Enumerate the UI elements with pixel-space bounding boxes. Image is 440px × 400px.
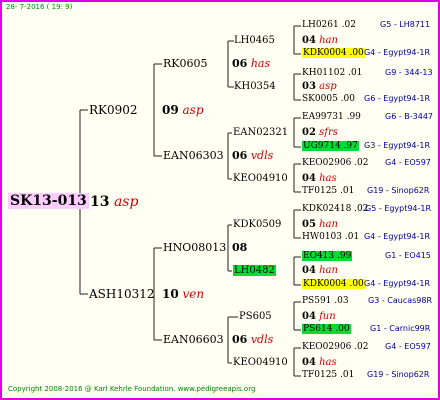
subject-ring: SK13-013 — [8, 193, 89, 209]
gen5-15-loc: G4 - EO597 — [385, 342, 431, 351]
gen3-2-ring: EAN06303 — [163, 149, 224, 162]
copyright-footer: Copyright 2008-2016 @ Karl Kehrle Founda… — [8, 385, 256, 393]
gen5-5: EA99731 .99 — [302, 112, 361, 122]
subject-bird: SK13-013 — [8, 193, 89, 209]
gen5-6-loc: G3 - Egypt94-1R — [364, 141, 431, 150]
gen5-9: KDK02418 .02 — [302, 204, 369, 214]
sire-info: 09 asp — [162, 103, 204, 117]
gen5-11: EO413 .99 — [302, 251, 353, 261]
gen4-8-ring: KEO04910 — [233, 357, 288, 368]
subject-info: 13 asp — [90, 194, 139, 210]
gen4-1-ring: LH0465 — [234, 35, 275, 46]
gen4-1-info: 04 han — [302, 35, 338, 46]
gen4-4-info: 04 has — [302, 173, 337, 184]
gen5-2-loc: G4 - Egypt94-1R — [364, 48, 431, 57]
gen5-4-loc: G6 - Egypt94-1R — [364, 94, 431, 103]
gen5-8: TF0125 .01 — [302, 186, 355, 196]
gen5-13: PS591 .03 — [302, 296, 349, 306]
gen5-16-loc: G19 - Sinop62R — [367, 370, 430, 379]
gen4-8-info: 04 has — [302, 357, 337, 368]
gen3-2-info: 06 vdls — [232, 149, 274, 162]
gen5-6: UG9714 .97 — [302, 141, 359, 151]
gen5-3: KH01102 .01 — [302, 68, 363, 78]
gen5-10-loc: G4 - Egypt94-1R — [364, 232, 431, 241]
gen5-7-loc: G4 - EO597 — [385, 158, 431, 167]
gen5-8-loc: G19 - Sinop62R — [367, 186, 430, 195]
gen5-5-loc: G6 - B-3447 — [385, 112, 433, 121]
dam-info: 10 ven — [162, 287, 205, 301]
gen4-4-ring: KEO04910 — [233, 173, 288, 184]
gen5-16: TF0125 .01 — [302, 370, 355, 380]
gen4-5-info: 05 han — [302, 219, 338, 230]
gen3-3-info: 08 — [232, 241, 248, 254]
gen4-3-info: 02 sfrs — [302, 127, 338, 138]
sire-ring: RK0902 — [89, 103, 138, 117]
pedigree-chart: 28- 7-2016 ( 19: 9) SK13-013 13 asp RK09… — [0, 0, 440, 400]
gen5-14-loc: G1 - Carnic99R — [370, 324, 431, 333]
gen5-11-loc: G1 - EO415 — [385, 251, 431, 260]
gen3-4-ring: EAN06603 — [163, 333, 224, 346]
gen5-1-loc: G5 - LH8711 — [380, 20, 431, 29]
gen4-6-ring: LH0482 — [233, 265, 276, 276]
gen5-14: PS614 .00 — [302, 324, 351, 334]
gen5-15: KEO02906 .02 — [302, 342, 369, 352]
gen5-9-loc: G5 - Egypt94-1R — [365, 204, 432, 213]
gen5-12-loc: G4 - Egypt94-1R — [364, 279, 431, 288]
gen5-3-loc: G9 - 344-13 — [385, 68, 433, 77]
gen3-1-ring: RK0605 — [163, 57, 208, 70]
gen3-1-info: 06 has — [232, 57, 271, 70]
gen5-7: KEO02906 .02 — [302, 158, 369, 168]
gen4-2-info: 03 asp — [302, 81, 337, 92]
dam-ring: ASH10312 — [89, 287, 155, 301]
gen4-3-ring: EAN02321 — [233, 127, 289, 138]
chart-date: 28- 7-2016 ( 19: 9) — [6, 3, 73, 11]
gen5-4: SK0005 .00 — [302, 94, 355, 104]
gen4-5-ring: KDK0509 — [233, 219, 282, 230]
gen5-13-loc: G3 - Caucas98R — [368, 296, 433, 305]
gen5-10: HW0103 .01 — [302, 232, 360, 242]
gen3-3-ring: HNO08013 — [163, 241, 227, 254]
gen5-1: LH0261 .02 — [302, 20, 356, 30]
gen4-7-info: 04 fun — [302, 311, 336, 322]
gen5-2: KDK0004 .00 — [302, 48, 365, 58]
gen4-6-info: 04 han — [302, 265, 338, 276]
gen4-7-ring: PS605 — [239, 311, 272, 322]
gen4-2-ring: KH0354 — [234, 81, 276, 92]
gen3-4-info: 06 vdls — [232, 333, 274, 346]
gen5-12: KDK0004 .00 — [302, 279, 365, 289]
